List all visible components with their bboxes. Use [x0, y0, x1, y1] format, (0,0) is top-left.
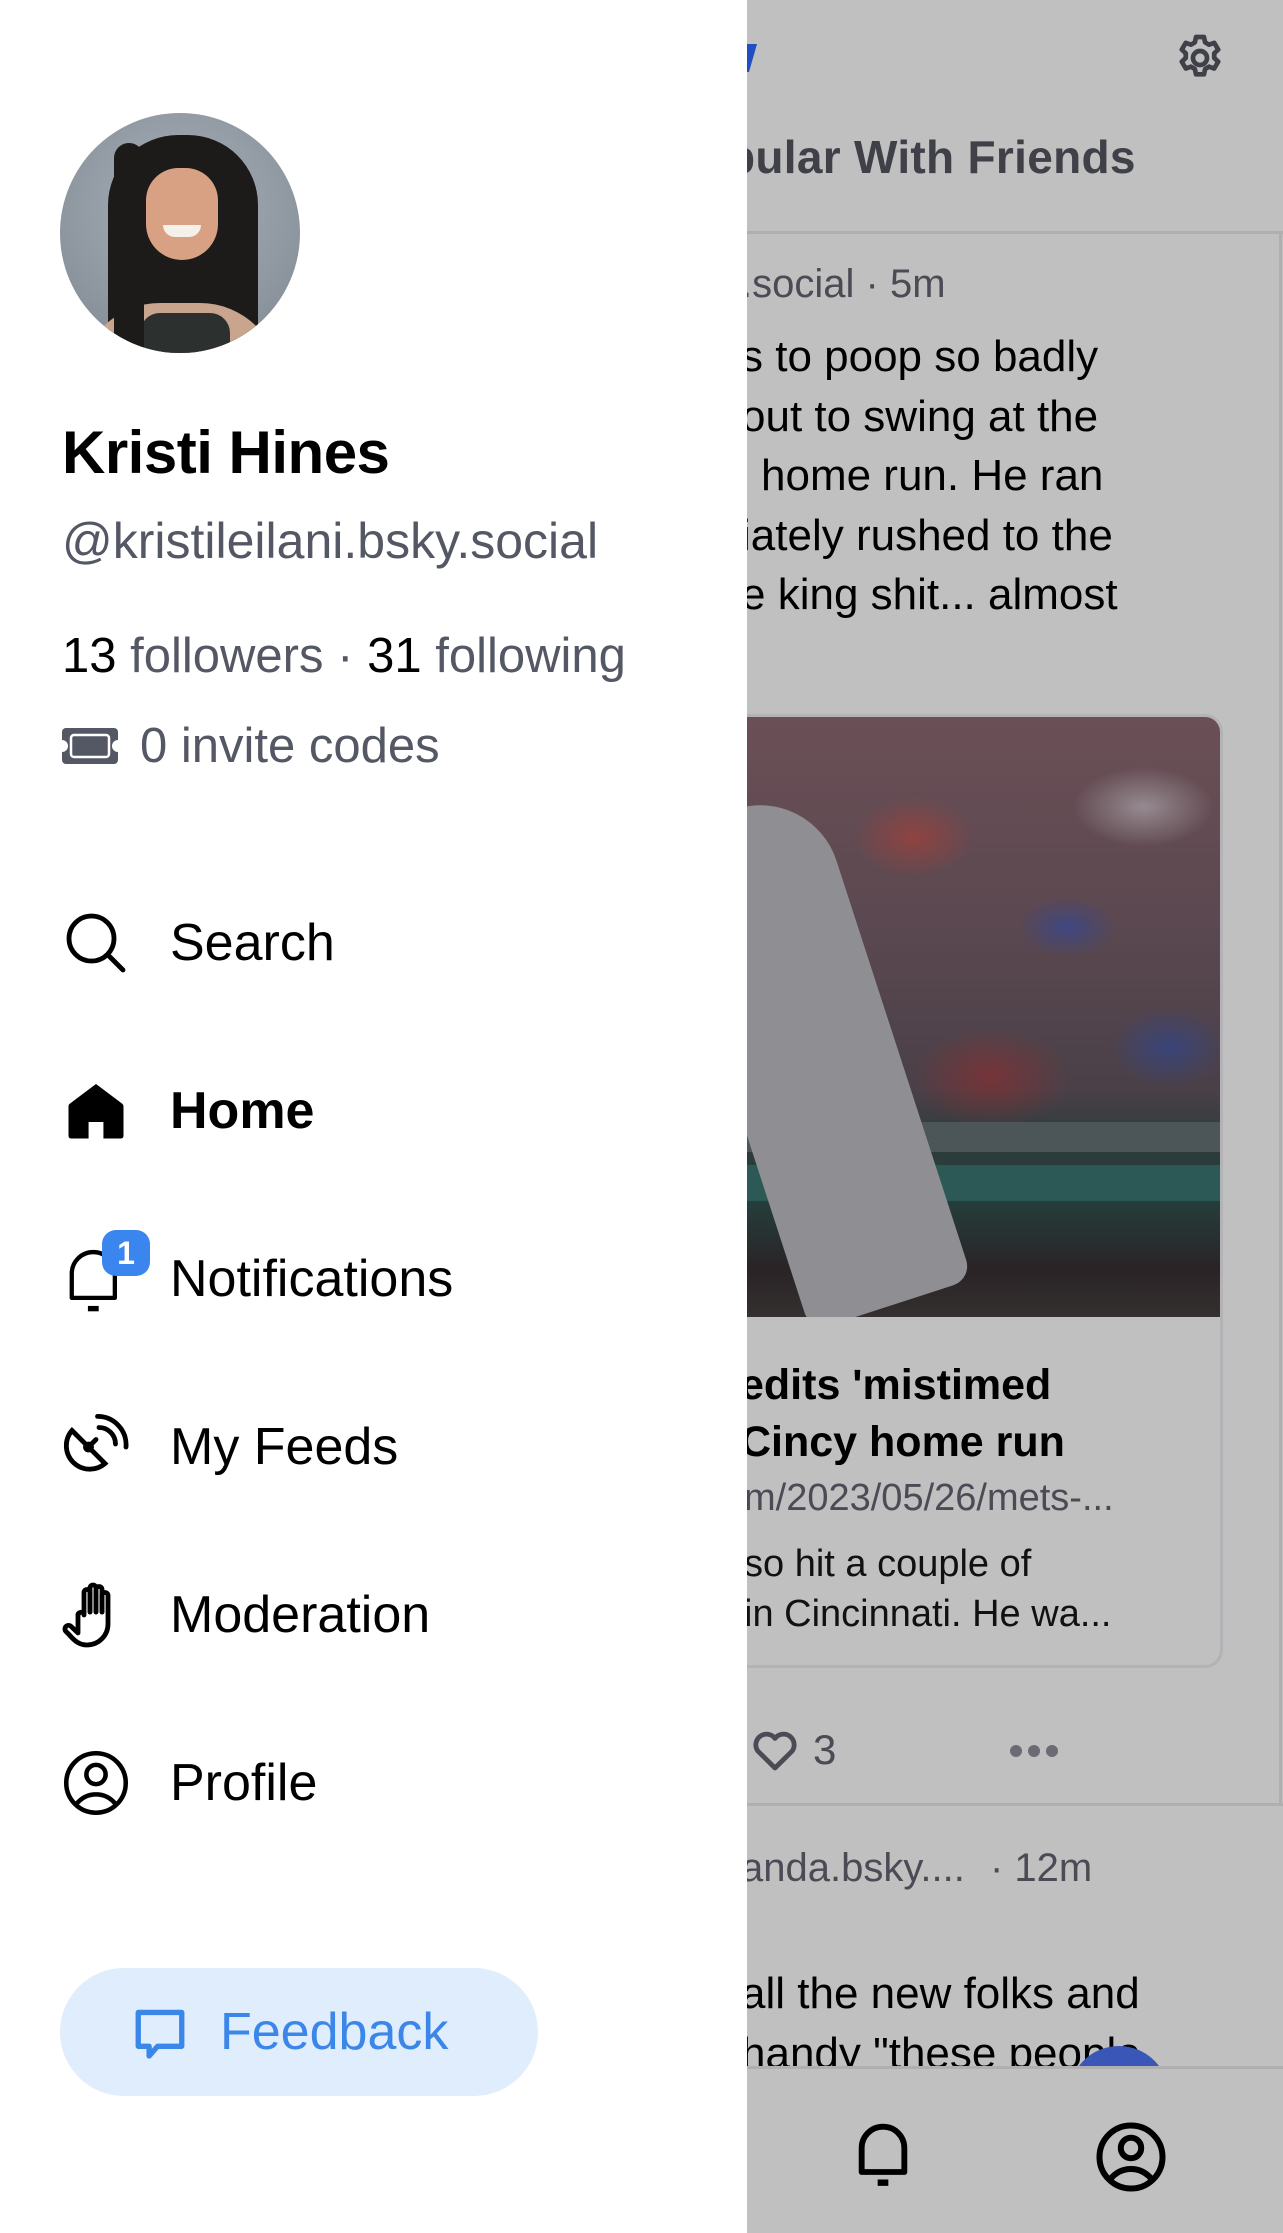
post-text-line: e king shit... almost	[747, 570, 1118, 619]
post-author-handle[interactable]: .social	[747, 262, 854, 306]
avatar[interactable]	[60, 113, 300, 353]
post-text: s to poop so badly out to swing at the h…	[747, 327, 1118, 625]
link-preview-url: m/2023/05/26/mets-...	[747, 1477, 1114, 1519]
user-handle: @kristileilani.bsky.social	[62, 513, 599, 569]
desc-line: in Cincinnati. He wa...	[747, 1593, 1112, 1635]
divider	[1279, 231, 1282, 1806]
tab-notifications-bell-icon[interactable]	[851, 2121, 915, 2191]
ticket-icon	[62, 728, 118, 764]
like-count: 3	[813, 1726, 837, 1773]
nav-item-moderation[interactable]: Moderation	[0, 1560, 700, 1670]
nav-item-notifications[interactable]: 1 Notifications	[0, 1224, 700, 1334]
more-options-icon[interactable]	[1009, 1744, 1059, 1758]
post-meta: anda.bsky.... · 12m	[747, 1846, 1092, 1891]
feedback-button[interactable]: Feedback	[60, 1968, 538, 2096]
link-preview-image	[747, 717, 1220, 1317]
invite-codes-button[interactable]: 0 invite codes	[62, 716, 440, 776]
nav-item-search[interactable]: Search	[0, 888, 700, 998]
satellite-dish-icon	[58, 1409, 134, 1485]
invite-codes-label: 0 invite codes	[140, 719, 440, 773]
title-line: Cincy home run	[747, 1418, 1065, 1466]
feed-tab-popular-with-friends[interactable]: pular With Friends	[747, 130, 1136, 184]
link-preview-description: so hit a couple of in Cincinnati. He wa.…	[747, 1539, 1112, 1639]
bottom-tab-bar	[747, 2066, 1283, 2233]
post-time: · 12m	[989, 1846, 1093, 1890]
nav-label: Moderation	[170, 1586, 431, 1644]
followers-link[interactable]: 13 followers	[62, 629, 337, 683]
link-preview-title: edits 'mistimed Cincy home run	[747, 1357, 1065, 1471]
home-icon	[58, 1073, 134, 1149]
desc-line: so hit a couple of	[747, 1543, 1032, 1585]
notification-badge: 1	[102, 1230, 150, 1276]
user-circle-icon	[58, 1745, 134, 1821]
divider	[747, 1803, 1283, 1806]
followers-count: 13	[62, 629, 117, 683]
link-preview-card[interactable]: edits 'mistimed Cincy home run m/2023/05…	[747, 714, 1223, 1668]
nav-item-my-feeds[interactable]: My Feeds	[0, 1392, 700, 1502]
display-name: Kristi Hines	[62, 419, 390, 486]
post-text-line: out to swing at the	[747, 391, 1099, 441]
settings-gear-icon[interactable]	[1172, 30, 1228, 86]
feed-pane-dimmed[interactable]: pular With Friends .social · 5m s to poo…	[747, 0, 1283, 2233]
divider	[747, 231, 1283, 234]
title-line: edits 'mistimed	[747, 1361, 1052, 1409]
like-heart-icon[interactable]	[751, 1728, 799, 1772]
nav-label: Search	[170, 914, 335, 972]
post-text-line: home run. He ran	[761, 451, 1104, 500]
post-text-line: s to poop so badly	[747, 332, 1099, 381]
post-author-handle[interactable]: anda.bsky....	[747, 1846, 965, 1890]
post-text-line: iately rushed to the	[747, 510, 1113, 560]
follow-stats: 13 followers · 31 following	[62, 628, 626, 684]
following-label: following	[435, 629, 626, 683]
nav-label: Home	[170, 1082, 315, 1140]
feedback-label: Feedback	[220, 2003, 449, 2061]
separator: ·	[337, 629, 354, 683]
following-link[interactable]: 31 following	[367, 629, 626, 683]
nav-label: Notifications	[170, 1250, 454, 1308]
side-drawer: Kristi Hines @kristileilani.bsky.social …	[0, 0, 747, 2233]
hand-icon	[58, 1577, 134, 1653]
following-count: 31	[367, 629, 422, 683]
nav-item-profile[interactable]: Profile	[0, 1728, 700, 1838]
chat-bubble-icon	[135, 2009, 185, 2059]
post-meta: .social · 5m	[747, 262, 946, 307]
app-logo-icon	[747, 44, 757, 72]
tab-profile-icon[interactable]	[1095, 2121, 1167, 2193]
nav-item-home[interactable]: Home	[0, 1056, 700, 1166]
nav-label: My Feeds	[170, 1418, 399, 1476]
post-text-line: all the new folks and	[747, 1969, 1140, 2018]
post-time: · 5m	[865, 262, 946, 306]
search-icon	[58, 905, 134, 981]
followers-label: followers	[130, 629, 324, 683]
nav-label: Profile	[170, 1754, 318, 1812]
